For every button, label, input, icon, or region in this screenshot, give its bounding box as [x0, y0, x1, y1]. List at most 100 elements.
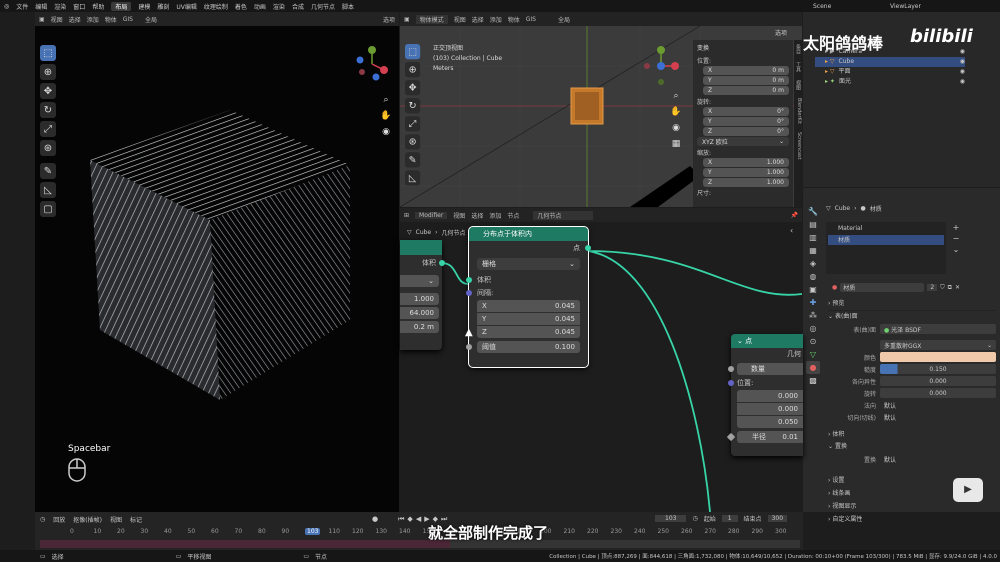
count-socket[interactable]	[728, 366, 734, 372]
workspace-tab-animation[interactable]: 动画	[254, 2, 266, 11]
top-select-tool-icon[interactable]: ⬚	[405, 44, 421, 60]
slot-item[interactable]: Material	[828, 225, 944, 235]
volume-input-socket[interactable]	[466, 276, 472, 283]
top-camera-icon[interactable]: ◉	[669, 120, 683, 136]
left-select-menu[interactable]: 选择	[69, 15, 81, 24]
world-tab-icon[interactable]: ◍	[806, 270, 820, 283]
menu-render[interactable]: 渲染	[54, 2, 66, 11]
position-x-field[interactable]: 0.000	[737, 390, 803, 402]
nodetree-selector[interactable]: 几何节点	[533, 210, 594, 220]
workspace-tab-modeling[interactable]: 建模	[138, 2, 150, 11]
outliner-item[interactable]: ▸ ✦ 面光 ◉	[815, 77, 965, 87]
mode-dropdown-grid[interactable]: 栅格 ⌄	[477, 258, 580, 270]
scene-tab-icon[interactable]: ◈	[806, 257, 820, 270]
duplicate-icon[interactable]: ⧉	[948, 284, 952, 292]
spacing-x-field[interactable]: X 0.045	[477, 300, 580, 312]
left-nav-gizmo[interactable]	[352, 44, 392, 84]
add-slot-icon[interactable]: +	[950, 222, 962, 233]
slot-menu-icon[interactable]: ⌄	[950, 244, 962, 255]
top-grid-icon[interactable]: ▦	[669, 136, 683, 152]
rotate-tool-icon[interactable]: ↻	[40, 102, 56, 118]
constraints-tab-icon[interactable]: ⊙	[806, 335, 820, 348]
spacing-z-field[interactable]: Z 0.045	[477, 326, 580, 338]
particles-tab-icon[interactable]: ⁂	[806, 309, 820, 322]
position-z-field[interactable]: 0.050	[737, 416, 803, 428]
workspace-tab-geometry-nodes[interactable]: 几何节点	[311, 2, 335, 11]
top-move-tool-icon[interactable]: ✥	[405, 80, 421, 96]
count-field[interactable]: 数量	[728, 363, 803, 375]
prev-key-icon[interactable]: ◆	[407, 515, 412, 523]
scale-y-field[interactable]: Y 1.000	[703, 168, 789, 177]
location-y-field[interactable]: Y0 m	[703, 76, 789, 85]
top-gis-menu[interactable]: GIS	[526, 16, 536, 23]
slot-item-selected[interactable]: 材质	[828, 235, 944, 245]
playback-menu[interactable]: 回放	[53, 515, 65, 524]
distribution-dropdown[interactable]: 多重散射GGX ⌄	[880, 340, 996, 350]
workspace-tab-shading[interactable]: 着色	[235, 2, 247, 11]
output-tab-icon[interactable]: ▥	[806, 231, 820, 244]
top-annotate-tool-icon[interactable]: ✎	[405, 152, 421, 168]
marker-menu[interactable]: 标记	[130, 515, 142, 524]
top-editor-type-icon[interactable]: ▣	[404, 16, 410, 23]
modifier-tab-icon[interactable]: ✚	[806, 296, 820, 309]
keying-menu[interactable]: 抠像(插帧)	[73, 515, 102, 524]
top-measure-tool-icon[interactable]: ◺	[405, 170, 421, 186]
texture-tab-icon[interactable]: ▩	[806, 374, 820, 387]
node-editor-type-icon[interactable]: ⊞	[404, 212, 409, 219]
points-node[interactable]: ⌄ 点 几何 数量 位置: 0.000 0.000 0.050 半径 0.01	[726, 334, 803, 456]
position-y-field[interactable]: 0.000	[737, 403, 803, 415]
view-layer-selector[interactable]: ViewLayer	[890, 3, 1000, 10]
top-transform-tool-icon[interactable]: ⊛	[405, 134, 421, 150]
node-view-menu[interactable]: 视图	[453, 211, 465, 220]
select-box-tool-icon[interactable]: ⬚	[40, 45, 56, 61]
volume-socket[interactable]	[439, 260, 445, 266]
threshold-field[interactable]: 阈值 0.100	[466, 341, 580, 353]
visibility-eye-icon[interactable]: ◉	[960, 47, 965, 57]
move-tool-icon[interactable]: ✥	[40, 83, 56, 99]
rotation-y-field[interactable]: Y 0°	[703, 117, 789, 126]
section-displacement[interactable]: ⌄ 置换	[828, 441, 996, 453]
normal-field[interactable]: 默认	[880, 400, 996, 410]
rotation-x-field[interactable]: X 0°	[703, 107, 789, 116]
rotation-field[interactable]: 0.000	[880, 388, 996, 398]
node-left-partial[interactable]: 体积 ⌄ 1.000 64.000 0.2 m	[400, 240, 445, 350]
jump-start-icon[interactable]: ⏮	[398, 515, 404, 524]
roughness-field[interactable]: 0.150	[880, 364, 996, 374]
location-x-field[interactable]: X0 m	[703, 66, 789, 75]
tab-tool[interactable]: 工具	[794, 62, 802, 72]
points-output-socket[interactable]	[585, 245, 591, 251]
timeline-playhead[interactable]: 103	[305, 528, 321, 535]
left-node-value-3[interactable]: 0.2 m	[400, 321, 439, 333]
left-node-dropdown[interactable]: ⌄	[400, 275, 439, 287]
unlink-icon[interactable]: ✕	[955, 284, 960, 291]
remove-slot-icon[interactable]: −	[950, 233, 962, 244]
tab-blenderkit[interactable]: BlenderKit	[794, 98, 802, 124]
blender-logo-icon[interactable]: ◎	[4, 3, 9, 10]
pin-icon[interactable]: 📌	[791, 212, 798, 219]
record-icon[interactable]: ●	[372, 515, 378, 523]
left-options-menu[interactable]: 选项	[383, 15, 395, 24]
node-node-menu[interactable]: 节点	[507, 211, 519, 220]
workspace-tab-compositing[interactable]: 合成	[292, 2, 304, 11]
tab-view[interactable]: 视图	[794, 80, 802, 90]
measure-tool-icon[interactable]: ◺	[40, 182, 56, 198]
top-scale-tool-icon[interactable]: ⤢	[405, 116, 421, 132]
view-layer-tab-icon[interactable]: ▦	[806, 244, 820, 257]
left-view-menu[interactable]: 视图	[51, 15, 63, 24]
position-socket[interactable]	[728, 380, 734, 386]
anisotropy-field[interactable]: 0.000	[880, 376, 996, 386]
location-z-field[interactable]: Z0 m	[703, 86, 789, 95]
camera-view-icon[interactable]: ◉	[379, 124, 393, 140]
workspace-tab-rendering[interactable]: 渲染	[273, 2, 285, 11]
annotate-tool-icon[interactable]: ✎	[40, 163, 56, 179]
material-browse-icon[interactable]: ●	[832, 284, 837, 291]
top-cursor-tool-icon[interactable]: ⊕	[405, 62, 421, 78]
start-frame-field[interactable]: 1	[721, 515, 738, 522]
spacing-input-socket[interactable]	[466, 289, 472, 296]
data-tab-icon[interactable]: ▽	[806, 348, 820, 361]
scale-tool-icon[interactable]: ⤢	[40, 121, 56, 137]
transform-tool-icon[interactable]: ⊛	[40, 140, 56, 156]
node-select-menu[interactable]: 选择	[471, 211, 483, 220]
top-options-menu[interactable]: 选项	[775, 28, 787, 37]
left-node-value-2[interactable]: 64.000	[400, 307, 439, 319]
